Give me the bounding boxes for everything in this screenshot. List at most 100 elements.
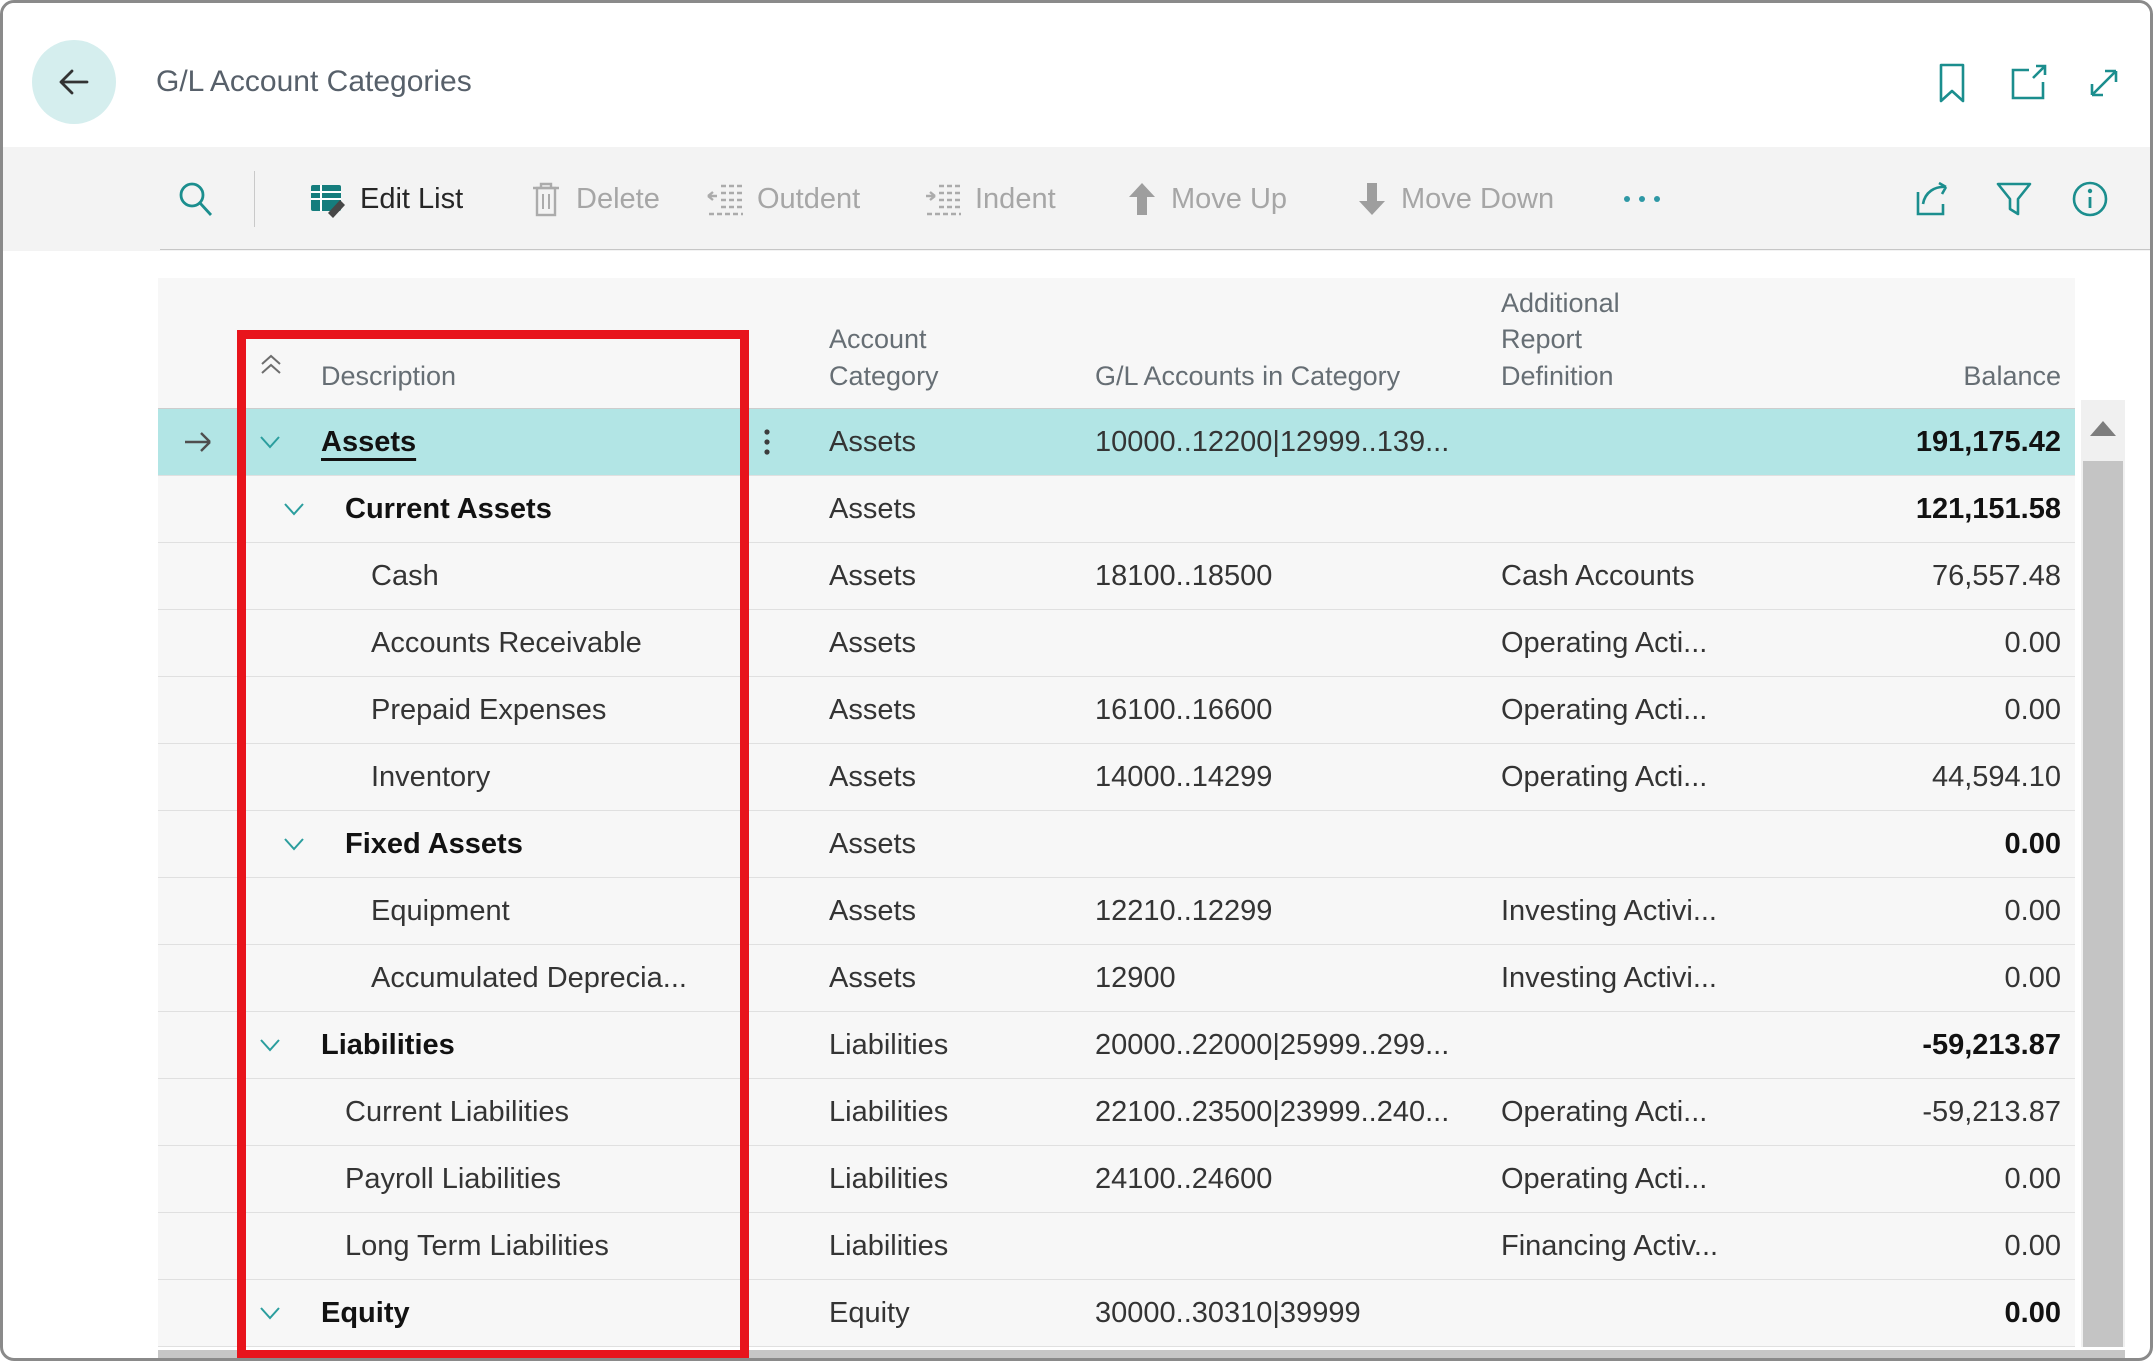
indent-button[interactable]: Indent [925,147,1056,251]
description-cell[interactable]: Current Assets [345,493,552,526]
account-category-cell[interactable]: Liabilities [829,1096,1095,1129]
account-category-cell[interactable]: Liabilities [829,1230,1095,1263]
table-row[interactable]: Inventory Assets 14000..14299 Operating … [158,744,2075,811]
account-category-cell[interactable]: Liabilities [829,1029,1095,1062]
horizontal-scrollbar[interactable] [158,1350,2125,1358]
description-cell[interactable]: Cash [371,560,439,593]
open-in-new-window-button[interactable] [2006,61,2050,105]
table-row[interactable]: Liabilities Liabilities 20000..22000|259… [158,1012,2075,1079]
move-down-button[interactable]: Move Down [1355,147,1554,251]
chevron-down-icon[interactable] [283,502,309,516]
balance-cell[interactable]: 0.00 [1861,1297,2061,1330]
account-category-cell[interactable]: Assets [829,493,1095,526]
account-category-cell[interactable]: Assets [829,895,1095,928]
chevron-down-icon[interactable] [259,1306,285,1320]
outdent-button[interactable]: Outdent [707,147,860,251]
description-cell[interactable]: Assets [321,426,416,459]
description-cell[interactable]: Equipment [371,895,510,928]
account-category-cell[interactable]: Assets [829,426,1095,459]
description-cell[interactable]: Fixed Assets [345,828,523,861]
collapse-all-icon[interactable] [259,354,285,394]
balance-cell[interactable]: 0.00 [1861,627,2061,660]
account-category-cell[interactable]: Assets [829,627,1095,660]
additional-report-definition-cell[interactable]: Cash Accounts [1501,560,1861,593]
column-header-gl-accounts[interactable]: G/L Accounts in Category [1095,358,1501,408]
chevron-down-icon[interactable] [283,837,309,851]
row-ellipsis-icon[interactable] [749,428,829,456]
table-row[interactable]: Current Assets Assets 121,151.58 [158,476,2075,543]
description-cell[interactable]: Accumulated Deprecia... [371,962,687,995]
more-options-button[interactable] [1621,147,1665,251]
back-button[interactable] [32,40,116,124]
additional-report-definition-cell[interactable]: Financing Activ... [1501,1230,1861,1263]
additional-report-definition-cell[interactable]: Investing Activi... [1501,962,1861,995]
additional-report-definition-cell[interactable]: Operating Acti... [1501,1163,1861,1196]
description-cell[interactable]: Long Term Liabilities [345,1230,609,1263]
account-category-cell[interactable]: Assets [829,828,1095,861]
gl-accounts-cell[interactable]: 22100..23500|23999..240... [1095,1096,1501,1129]
chevron-down-icon[interactable] [259,435,285,449]
column-header-balance[interactable]: Balance [1861,358,2061,408]
additional-report-definition-cell[interactable]: Investing Activi... [1501,895,1861,928]
account-category-cell[interactable]: Assets [829,694,1095,727]
search-button[interactable] [175,147,217,251]
column-header-description[interactable]: Description [237,354,749,408]
info-button[interactable] [2069,147,2111,251]
account-category-cell[interactable]: Assets [829,560,1095,593]
gl-accounts-cell[interactable]: 24100..24600 [1095,1163,1501,1196]
balance-cell[interactable]: 0.00 [1861,828,2061,861]
table-row[interactable]: Current Liabilities Liabilities 22100..2… [158,1079,2075,1146]
vertical-scrollbar-thumb[interactable] [2083,461,2123,1347]
balance-cell[interactable]: 191,175.42 [1861,426,2061,459]
gl-accounts-cell[interactable]: 18100..18500 [1095,560,1501,593]
gl-accounts-cell[interactable]: 12210..12299 [1095,895,1501,928]
table-row[interactable]: Accounts Receivable Assets Operating Act… [158,610,2075,677]
account-category-cell[interactable]: Equity [829,1297,1095,1330]
filter-button[interactable] [1993,147,2035,251]
description-cell[interactable]: Liabilities [321,1029,455,1062]
table-row[interactable]: Fixed Assets Assets 0.00 [158,811,2075,878]
table-row[interactable]: Cash Assets 18100..18500 Cash Accounts 7… [158,543,2075,610]
balance-cell[interactable]: -59,213.87 [1861,1029,2061,1062]
description-cell[interactable]: Payroll Liabilities [345,1163,561,1196]
gl-accounts-cell[interactable]: 20000..22000|25999..299... [1095,1029,1501,1062]
table-row[interactable]: Assets Assets 10000..12200|12999..139...… [158,409,2075,476]
gl-accounts-cell[interactable]: 16100..16600 [1095,694,1501,727]
vertical-scrollbar[interactable] [2081,400,2125,1347]
chevron-down-icon[interactable] [259,1038,285,1052]
edit-list-button[interactable]: Edit List [308,147,463,251]
scroll-up-button[interactable] [2081,400,2125,456]
gl-accounts-cell[interactable]: 30000..30310|39999 [1095,1297,1501,1330]
table-row[interactable]: Equipment Assets 12210..12299 Investing … [158,878,2075,945]
balance-cell[interactable]: 44,594.10 [1861,761,2061,794]
description-cell[interactable]: Current Liabilities [345,1096,569,1129]
balance-cell[interactable]: 0.00 [1861,895,2061,928]
bookmark-button[interactable] [1930,61,1974,105]
balance-cell[interactable]: -59,213.87 [1861,1096,2061,1129]
share-button[interactable] [1911,147,1955,251]
table-row[interactable]: Payroll Liabilities Liabilities 24100..2… [158,1146,2075,1213]
balance-cell[interactable]: 0.00 [1861,1163,2061,1196]
account-category-cell[interactable]: Liabilities [829,1163,1095,1196]
column-header-additional-report-definition[interactable]: Additional Report Definition [1501,285,1861,408]
additional-report-definition-cell[interactable]: Operating Acti... [1501,761,1861,794]
balance-cell[interactable]: 121,151.58 [1861,493,2061,526]
description-cell[interactable]: Inventory [371,761,490,794]
table-row[interactable]: Long Term Liabilities Liabilities Financ… [158,1213,2075,1280]
gl-accounts-cell[interactable]: 14000..14299 [1095,761,1501,794]
expand-page-button[interactable] [2082,61,2126,105]
description-cell[interactable]: Accounts Receivable [371,627,642,660]
account-category-cell[interactable]: Assets [829,761,1095,794]
gl-accounts-cell[interactable]: 10000..12200|12999..139... [1095,426,1501,459]
additional-report-definition-cell[interactable]: Operating Acti... [1501,1096,1861,1129]
balance-cell[interactable]: 0.00 [1861,962,2061,995]
table-row[interactable]: Prepaid Expenses Assets 16100..16600 Ope… [158,677,2075,744]
additional-report-definition-cell[interactable]: Operating Acti... [1501,694,1861,727]
gl-accounts-cell[interactable]: 12900 [1095,962,1501,995]
additional-report-definition-cell[interactable]: Operating Acti... [1501,627,1861,660]
balance-cell[interactable]: 0.00 [1861,1230,2061,1263]
table-row[interactable]: Accumulated Deprecia... Assets 12900 Inv… [158,945,2075,1012]
delete-button[interactable]: Delete [528,147,660,251]
balance-cell[interactable]: 76,557.48 [1861,560,2061,593]
account-category-cell[interactable]: Assets [829,962,1095,995]
